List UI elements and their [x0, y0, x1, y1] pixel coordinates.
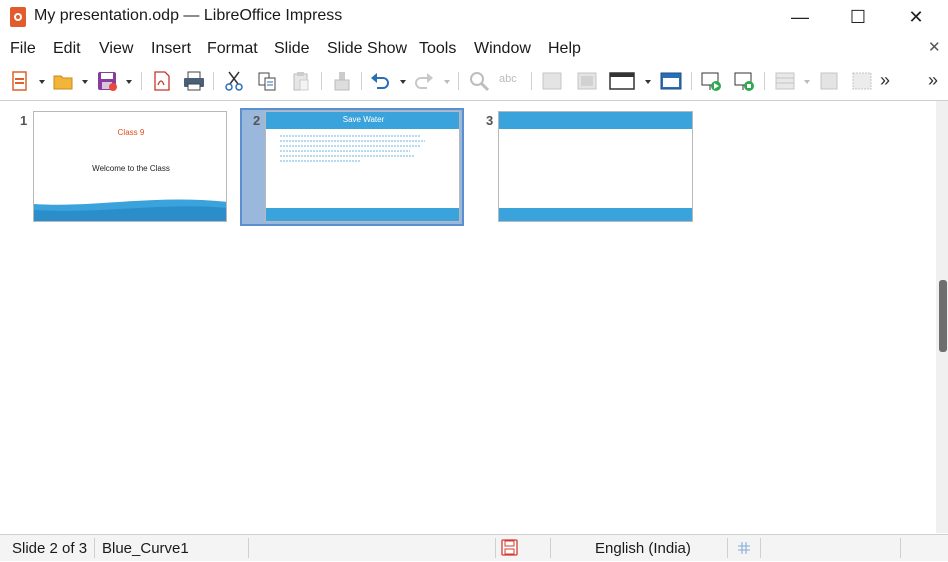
menu-help[interactable]: Help: [548, 40, 581, 58]
scrollbar-thumb[interactable]: [939, 280, 947, 352]
insert-object-icon[interactable]: [818, 70, 840, 92]
title-bar: My presentation.odp — LibreOffice Impres…: [0, 0, 948, 34]
status-separator: [550, 538, 551, 558]
status-separator: [94, 538, 95, 558]
menu-view[interactable]: View: [99, 40, 133, 58]
menu-slide-show[interactable]: Slide Show: [327, 40, 407, 58]
undo-dropdown-icon[interactable]: [400, 80, 406, 84]
menu-format[interactable]: Format: [207, 40, 258, 58]
redo-dropdown-icon[interactable]: [444, 80, 450, 84]
toolbar-separator: [458, 72, 459, 90]
table-dropdown-icon[interactable]: [804, 80, 810, 84]
save-icon[interactable]: [96, 70, 118, 92]
master-slide-status[interactable]: Blue_Curve1: [102, 540, 189, 557]
status-separator: [760, 538, 761, 558]
slide-footer-band: [266, 208, 459, 221]
undo-icon[interactable]: [369, 70, 391, 92]
slide-body-text-lines: [280, 135, 425, 162]
digital-signature-icon[interactable]: [736, 540, 752, 556]
slide-number: 1: [20, 113, 28, 128]
menu-slide[interactable]: Slide: [274, 40, 310, 58]
close-document-icon[interactable]: ✕: [928, 38, 941, 56]
cut-icon[interactable]: [223, 70, 245, 92]
slide-subtitle: Welcome to the Class: [92, 164, 170, 173]
redo-icon[interactable]: [413, 70, 435, 92]
start-from-first-icon[interactable]: [700, 70, 722, 92]
image-icon[interactable]: [541, 70, 563, 92]
print-icon[interactable]: [182, 70, 204, 92]
menu-edit[interactable]: Edit: [53, 40, 81, 58]
more-icon[interactable]: »: [880, 70, 902, 92]
maximize-button[interactable]: ☐: [838, 4, 878, 30]
toolbar-separator: [321, 72, 322, 90]
close-button[interactable]: ✕: [896, 4, 936, 30]
slide-title: Save Water: [342, 115, 385, 124]
standard-toolbar: abc » »: [0, 64, 948, 98]
minimize-button[interactable]: —: [780, 4, 820, 30]
toolbar-separator: [531, 72, 532, 90]
menu-bar: File Edit View Insert Format Slide Slide…: [0, 36, 948, 62]
status-separator: [495, 538, 496, 558]
slide-layout-dropdown-icon[interactable]: [645, 80, 651, 84]
start-from-current-icon[interactable]: [733, 70, 755, 92]
clone-formatting-icon[interactable]: [331, 70, 353, 92]
toolbar-separator: [764, 72, 765, 90]
document-modified-icon[interactable]: [501, 539, 519, 557]
save-dropdown-icon[interactable]: [126, 80, 132, 84]
menu-tools[interactable]: Tools: [419, 40, 456, 58]
toolbar-separator: [691, 72, 692, 90]
slide-thumbnail-2[interactable]: Save Water: [265, 111, 460, 222]
status-separator: [727, 538, 728, 558]
language-status[interactable]: English (India): [595, 540, 691, 557]
chart-icon[interactable]: [576, 70, 598, 92]
menu-insert[interactable]: Insert: [151, 40, 191, 58]
table-icon[interactable]: [774, 70, 796, 92]
copy-icon[interactable]: [256, 70, 278, 92]
open-dropdown-icon[interactable]: [82, 80, 88, 84]
impress-app-icon: [10, 7, 26, 27]
find-replace-icon[interactable]: [468, 70, 490, 92]
slide-count-status: Slide 2 of 3: [12, 540, 88, 557]
slide-thumbnail-3[interactable]: [498, 111, 693, 222]
slide-number: 3: [486, 113, 494, 128]
slide-title: Class 9: [117, 128, 145, 137]
display-views-icon[interactable]: [660, 70, 682, 92]
export-pdf-icon[interactable]: [151, 70, 173, 92]
slide-layout-icon[interactable]: [609, 70, 635, 92]
overflow-icon[interactable]: »: [928, 70, 948, 92]
status-bar: Slide 2 of 3 Blue_Curve1 English (India): [0, 534, 948, 561]
toolbar-separator: [213, 72, 214, 90]
slide-title-band: [499, 112, 692, 129]
status-separator: [248, 538, 249, 558]
spelling-icon[interactable]: abc: [499, 70, 521, 92]
menu-file[interactable]: File: [10, 40, 36, 58]
paste-icon[interactable]: [290, 70, 312, 92]
slide-thumbnail-1[interactable]: Class 9 Welcome to the Class: [33, 111, 227, 222]
toolbar-separator: [361, 72, 362, 90]
window-title: My presentation.odp — LibreOffice Impres…: [34, 7, 343, 24]
blue-curve-decoration: [34, 199, 226, 221]
insert-media-icon[interactable]: [851, 70, 873, 92]
menu-window[interactable]: Window: [474, 40, 531, 58]
new-icon[interactable]: [9, 70, 31, 92]
slide-number: 2: [253, 113, 261, 128]
slide-footer-band: [499, 208, 692, 221]
toolbar-separator: [141, 72, 142, 90]
open-icon[interactable]: [52, 70, 74, 92]
new-dropdown-icon[interactable]: [39, 80, 45, 84]
status-separator: [900, 538, 901, 558]
